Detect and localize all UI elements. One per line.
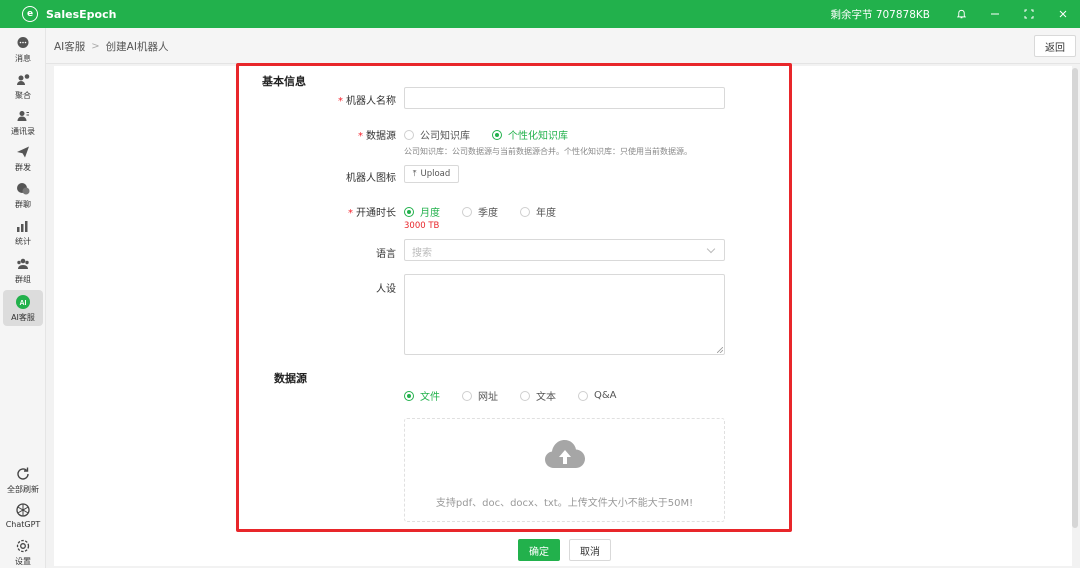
refresh-icon (15, 466, 31, 482)
svg-text:AI: AI (20, 300, 27, 307)
contacts-icon (15, 108, 31, 124)
paper-plane-icon (15, 144, 31, 160)
chatgpt-icon (15, 502, 31, 518)
sidebar: 消息 聚合 通讯录 群发 群聊 统计 群组 AI AI客服 全部刷新 ChatG… (0, 28, 46, 568)
settings-icon (15, 538, 31, 554)
refresh-all-button[interactable]: 全部刷新 (3, 462, 43, 498)
sidebar-item-statistics[interactable]: 统计 (3, 214, 43, 250)
chevron-right-icon: > (91, 41, 100, 52)
minimize-icon[interactable] (978, 0, 1012, 28)
highlight-frame (236, 63, 792, 532)
close-icon[interactable] (1046, 0, 1080, 28)
sidebar-item-label: 统计 (15, 237, 31, 246)
sidebar-item-label: 群组 (15, 275, 31, 284)
sidebar-item-groups[interactable]: 群组 (3, 252, 43, 288)
title-bar: e SalesEpoch 剩余字节 707878KB (0, 0, 1080, 28)
breadcrumb: AI客服 > 创建AI机器人 (54, 39, 168, 54)
group-icon (15, 256, 31, 272)
chat-bubble-icon (15, 35, 31, 51)
sidebar-item-broadcast[interactable]: 群发 (3, 140, 43, 176)
sidebar-item-contacts[interactable]: 通讯录 (3, 104, 43, 140)
group-chat-icon (15, 181, 31, 197)
sidebar-item-aggregate[interactable]: 聚合 (3, 68, 43, 104)
back-button[interactable]: 返回 (1034, 35, 1076, 57)
sidebar-item-label: 群发 (15, 163, 31, 172)
sidebar-item-label: ChatGPT (5, 520, 41, 529)
sidebar-item-ai-service[interactable]: AI AI客服 (3, 290, 43, 326)
sidebar-item-label: 通讯录 (11, 127, 35, 136)
header-bar: AI客服 > 创建AI机器人 返回 (46, 28, 1080, 64)
sidebar-item-label: 群聊 (15, 200, 31, 209)
sidebar-item-label: 消息 (15, 54, 31, 63)
quota-text: 剩余字节 707878KB (830, 8, 930, 21)
breadcrumb-root[interactable]: AI客服 (54, 39, 85, 54)
ai-icon: AI (15, 294, 31, 310)
sidebar-item-label: 聚合 (15, 91, 31, 100)
maximize-icon[interactable] (1012, 0, 1046, 28)
app-name: SalesEpoch (46, 7, 117, 21)
app-logo-icon: e (22, 6, 38, 22)
sidebar-item-label: AI客服 (11, 313, 35, 322)
sidebar-item-messages[interactable]: 消息 (3, 31, 43, 67)
sidebar-item-label: 设置 (15, 557, 31, 566)
vertical-scrollbar[interactable] (1072, 68, 1078, 528)
cancel-button[interactable]: 取消 (569, 539, 611, 561)
sidebar-item-label: 全部刷新 (7, 485, 39, 494)
breadcrumb-current: 创建AI机器人 (105, 41, 169, 53)
settings-button[interactable]: 设置 (3, 534, 43, 568)
confirm-button[interactable]: 确定 (518, 539, 560, 561)
chatgpt-button[interactable]: ChatGPT (3, 498, 43, 534)
bell-icon[interactable] (944, 0, 978, 28)
sidebar-item-group-chat[interactable]: 群聊 (3, 177, 43, 213)
bar-chart-icon (15, 218, 31, 234)
users-chat-icon (15, 72, 31, 88)
